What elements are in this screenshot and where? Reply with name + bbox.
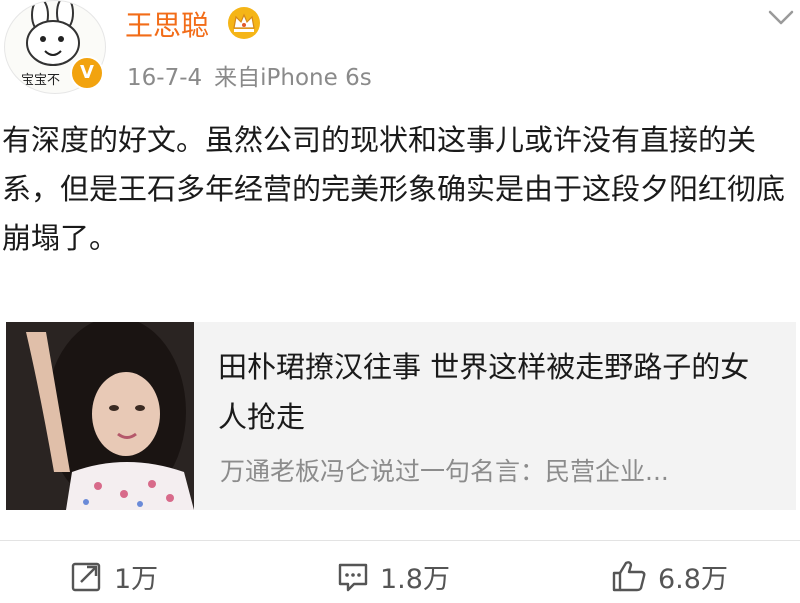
post-date: 16-7-4: [127, 65, 203, 91]
post-source[interactable]: 来自iPhone 6s: [214, 65, 372, 91]
repost-icon: [71, 562, 101, 592]
comment-icon: [338, 563, 368, 592]
repost-button[interactable]: 1万: [70, 556, 158, 596]
chevron-down-icon[interactable]: [766, 8, 796, 28]
comment-count: 1.8万: [380, 563, 450, 595]
like-count: 6.8万: [658, 563, 728, 595]
comment-button[interactable]: 1.8万: [336, 556, 450, 596]
article-description: 万通老板冯仑说过一句名言：民营企业...: [220, 457, 669, 486]
avatar-caption: 宝宝不: [21, 73, 61, 88]
article-title: 田朴珺撩汉往事 世界这样被走野路子的女人抢走: [218, 350, 750, 434]
crown-icon: [228, 7, 260, 39]
like-button[interactable]: 6.8万: [610, 556, 728, 596]
divider: [0, 540, 800, 541]
verified-badge: V: [70, 56, 104, 90]
like-icon: [612, 561, 646, 592]
article-card[interactable]: 田朴珺撩汉往事 世界这样被走野路子的女人抢走 万通老板冯仑说过一句名言：民营企业…: [6, 322, 796, 510]
post-text: 有深度的好文。虽然公司的现状和这事儿或许没有直接的关系，但是王石多年经营的完美形…: [2, 123, 786, 255]
author-name[interactable]: 王思聪: [125, 4, 209, 44]
post-meta: 16-7-4 来自iPhone 6s: [127, 58, 372, 92]
repost-count: 1万: [114, 563, 159, 595]
article-thumbnail: [6, 322, 194, 510]
